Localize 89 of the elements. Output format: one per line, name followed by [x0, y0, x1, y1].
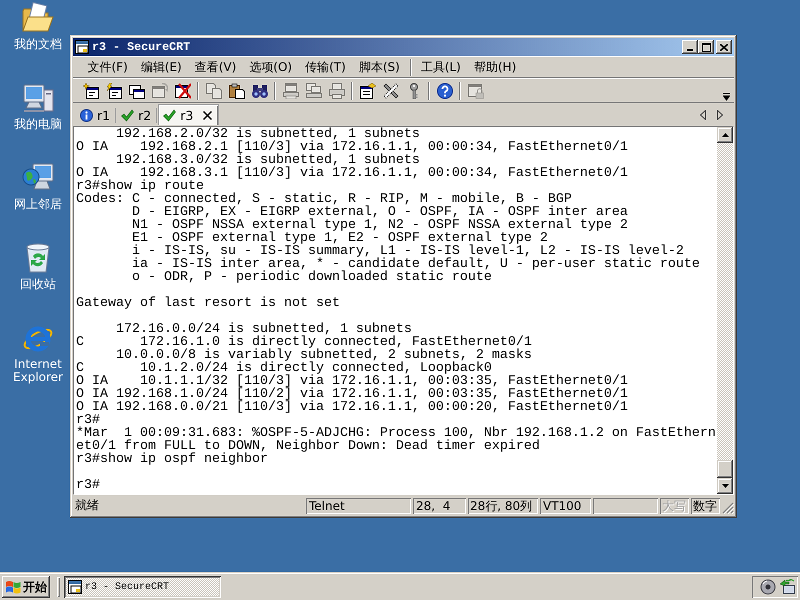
folder-icon[interactable]: [22, 2, 54, 34]
scroll-down-button[interactable]: [717, 478, 733, 494]
maximize-icon: [702, 42, 710, 52]
up-arrow-icon: [722, 133, 728, 137]
left-triangle-icon[interactable]: [700, 110, 706, 120]
window-lightning-icon[interactable]: [106, 82, 122, 98]
check-icon: [163, 108, 176, 122]
icon-label[interactable]: 我的文档: [5, 38, 71, 51]
paste-icon[interactable]: [228, 82, 244, 98]
terminal-line: C 10.1.2.0/24 is directly connected, Loopback0: [76, 362, 492, 375]
terminal-line: i - IS-IS, su - IS-IS summary, L1 - IS-IS level-1, L2 - IS-IS level-2: [130, 245, 684, 258]
check-icon: [121, 109, 134, 122]
window-title: r3 - SecureCRT: [92, 40, 192, 54]
close-icon[interactable]: [203, 110, 212, 120]
terminal-line: r3#: [76, 479, 101, 492]
terminal-line: 10.0.0.0/8 is variably subnetted, 2 subnets, 2 masks: [114, 349, 533, 362]
terminal-line: O IA 192.168.0.0/21 [110/3] via 172.16.1.1, 00:00:20, FastEthernet0/1: [76, 401, 629, 414]
flag-icon: [5, 580, 21, 594]
status-pane: [593, 498, 658, 514]
app-window-icon[interactable]: [75, 40, 89, 54]
status-pane: Telnet: [306, 498, 411, 514]
close-icon: [720, 44, 728, 50]
status-indicator: 数字: [691, 498, 720, 514]
terminal-line: O IA 192.168.3.1 [110/3] via 172.16.1.1, 00:00:34, FastEthernet0/1: [76, 167, 629, 180]
resize-grip-icon[interactable]: [722, 502, 734, 514]
icon-label[interactable]: 我的电脑: [5, 118, 71, 131]
close-button[interactable]: [716, 40, 732, 54]
properties-sheet-icon[interactable]: [360, 82, 376, 98]
icon-label[interactable]: Internet Explorer: [5, 358, 71, 384]
terminal-line: o - ODR, P - periodic downloaded static route: [130, 271, 493, 284]
tools-icon[interactable]: [382, 82, 398, 98]
scrollbar-thumb[interactable]: [717, 460, 733, 478]
session-tab[interactable]: r1: [76, 106, 114, 125]
terminal-line: Gateway of last resort is not set: [76, 297, 341, 310]
menu-item[interactable]: 帮助(H): [467, 59, 523, 75]
status-pane: 28行, 80列: [468, 498, 538, 514]
maximize-button[interactable]: [698, 40, 714, 54]
session-tab[interactable]: r2: [117, 106, 156, 125]
terminal-line: r3#: [76, 414, 100, 427]
computer-icon[interactable]: [22, 82, 54, 114]
info-icon: [80, 109, 93, 122]
terminal-line: 172.16.0.0/24 is subnetted, 1 subnets: [114, 323, 413, 336]
terminal-line: r3#show ip route: [76, 180, 204, 193]
help-icon[interactable]: [436, 82, 452, 98]
monitor-arrow-icon[interactable]: [779, 579, 795, 595]
terminal-line: O IA 10.1.1.1/32 [110/3] via 172.16.1.1, 00:03:35, FastEthernet0/1: [76, 375, 629, 388]
start-button[interactable]: 开始: [2, 576, 50, 598]
menu-item[interactable]: 编辑(E): [134, 59, 188, 75]
menu-item[interactable]: 选项(O): [242, 59, 299, 75]
terminal-line: Codes: C - connected, S - static, R - RIP, M - mobile, B - BGP: [76, 193, 572, 206]
down-arrow-icon: [722, 484, 728, 488]
menu-item[interactable]: 工具(L): [414, 59, 468, 75]
terminal-line: O IA 192.168.1.0/24 [110/2] via 172.16.1.1, 00:03:35, FastEthernet0/1: [76, 388, 629, 401]
taskbar-grip[interactable]: [57, 577, 60, 597]
terminal-line: r3#show ip ospf neighbor: [76, 453, 269, 466]
terminal-line: D - EIGRP, EX - EIGRP external, O - OSPF, IA - OSPF inter area: [130, 206, 629, 219]
disc-icon[interactable]: [760, 579, 776, 595]
status-message: 就绪: [74, 497, 100, 514]
session-tab[interactable]: r3: [158, 104, 220, 125]
binoculars-icon[interactable]: [252, 82, 268, 98]
terminal-line: O IA 192.168.2.1 [110/3] via 172.16.1.1, 00:00:34, FastEthernet0/1: [76, 141, 629, 154]
terminal-line: ia - IS-IS inter area, * - candidate default, U - per-user static route: [130, 258, 701, 271]
stacked-windows-icon[interactable]: [128, 82, 144, 98]
menu-item[interactable]: 文件(F): [81, 59, 134, 75]
terminal-line: 192.168.3.0/32 is subnetted, 1 subnets: [114, 154, 421, 167]
status-pane: VT100: [540, 498, 591, 514]
taskbar-button[interactable]: r3 - SecureCRT: [64, 576, 221, 598]
toolbar-chevron-icon[interactable]: [723, 92, 730, 100]
app-window-icon: [68, 580, 82, 594]
menu-item[interactable]: 查看(V): [188, 59, 243, 75]
terminal-line: et0/1 from FULL to DOWN, Neighbor Down: Dead timer expired: [76, 440, 541, 453]
status-pane: 28, 4: [413, 498, 466, 514]
menu-item[interactable]: 传输(T): [298, 59, 352, 75]
menu-item[interactable]: 脚本(S): [352, 59, 406, 75]
minimize-button[interactable]: [682, 40, 698, 54]
right-triangle-icon[interactable]: [717, 110, 723, 120]
icon-label[interactable]: 网上邻居: [5, 198, 71, 211]
scrollbar-track[interactable]: [717, 127, 733, 494]
terminal-line: 192.168.2.0/32 is subnetted, 1 subnets: [114, 128, 421, 141]
scroll-up-button[interactable]: [717, 127, 733, 143]
terminal-panel[interactable]: [73, 126, 734, 495]
terminal-line: *Mar 1 00:09:31.683: %OSPF-5-ADJCHG: Process 100, Nbr 192.168.1.2 on FastEthern: [76, 427, 717, 440]
terminal-line: N1 - OSPF NSSA external type 1, N2 - OSPF NSSA external type 2: [130, 219, 629, 232]
window-cross-icon[interactable]: [174, 82, 190, 98]
window-sparkle-icon[interactable]: [82, 82, 98, 98]
minimize-icon: [687, 49, 693, 51]
icon-label[interactable]: 回收站: [5, 278, 71, 291]
terminal-line: C 172.16.1.0 is directly connected, FastEthernet0/1: [76, 336, 533, 349]
terminal-line: E1 - OSPF external type 1, E2 - OSPF external type 2: [130, 232, 548, 245]
